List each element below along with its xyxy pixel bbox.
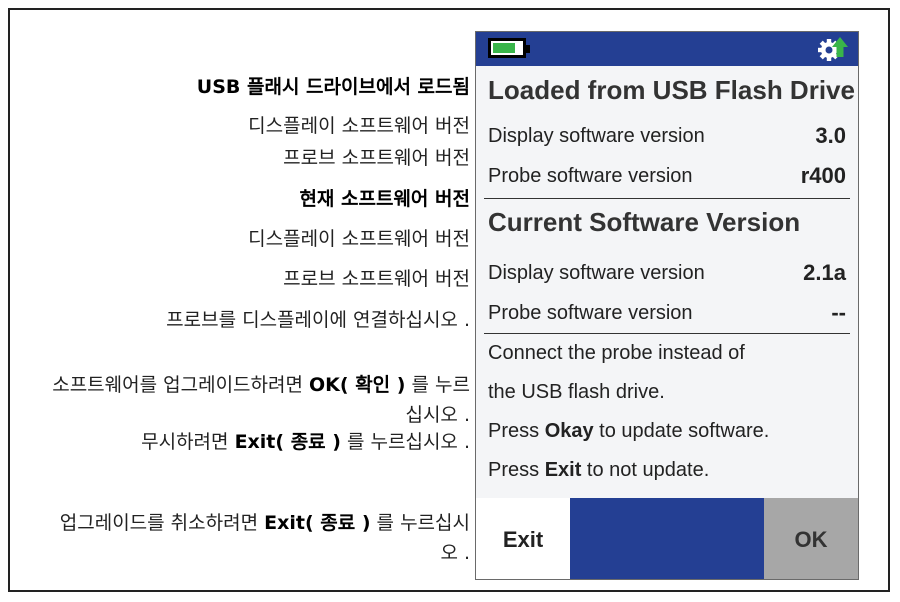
msg-press-okay-bold: Okay bbox=[544, 420, 594, 442]
ko-ignore-pre: 무시하려면 bbox=[141, 431, 235, 453]
ko-probe-sw-version-1: 프로브 소프트웨어 버전 bbox=[283, 147, 470, 169]
loaded-probe-row: Probe software version r400 bbox=[488, 156, 846, 196]
ko-upgrade-pre: 소프트웨어를 업그레이드하려면 bbox=[52, 374, 310, 396]
loaded-header: Loaded from USB Flash Drive bbox=[488, 74, 855, 105]
msg-press-okay-pre: Press bbox=[488, 420, 545, 442]
device-screen: Loaded from USB Flash Drive Display soft… bbox=[475, 31, 859, 580]
button-bar: Exit OK bbox=[476, 498, 858, 579]
content-area: Loaded from USB Flash Drive Display soft… bbox=[476, 66, 858, 498]
ko-current-sw-version: 현재 소프트웨어 버전 bbox=[299, 188, 470, 210]
ko-cancel-bold: Exit( 종료 ) bbox=[264, 512, 371, 534]
ko-cancel-instruction: 업그레이드를 취소하려면 Exit( 종료 ) 를 누르십시오 . bbox=[50, 508, 470, 568]
loaded-probe-value: r400 bbox=[800, 163, 846, 188]
current-display-value: 2.1a bbox=[803, 260, 846, 285]
msg-press-exit-pre: Press bbox=[488, 459, 545, 481]
ko-upgrade-instruction: 소프트웨어를 업그레이드하려면 OK( 확인 ) 를 누르십시오 . bbox=[50, 370, 470, 430]
current-header: Current Software Version bbox=[488, 206, 801, 237]
current-probe-row: Probe software version -- bbox=[488, 293, 846, 333]
ko-ignore-instruction: 무시하려면 Exit( 종료 ) 를 누르십시오 . bbox=[141, 427, 470, 457]
ko-upgrade-post: 를 누르십시오 . bbox=[405, 374, 470, 426]
ko-loaded-from-usb: USB 플래시 드라이브에서 로드됨 bbox=[196, 76, 470, 98]
loaded-probe-label: Probe software version bbox=[488, 164, 693, 187]
current-display-row: Display software version 2.1a bbox=[488, 253, 846, 293]
ko-probe-sw-version-2: 프로브 소프트웨어 버전 bbox=[283, 268, 470, 290]
ko-cancel-pre: 업그레이드를 취소하려면 bbox=[59, 512, 265, 534]
msg-press-okay: Press Okay to update software. bbox=[488, 420, 769, 443]
ok-button[interactable]: OK bbox=[764, 498, 858, 579]
msg-connect-1: Connect the probe instead of bbox=[488, 342, 745, 364]
ko-ignore-post: 를 누르십시오 . bbox=[340, 431, 470, 453]
msg-press-okay-post: to update software. bbox=[593, 420, 770, 442]
msg-connect-2: the USB flash drive. bbox=[488, 381, 665, 403]
current-probe-label: Probe software version bbox=[488, 301, 693, 324]
ko-connect-probe: 프로브를 디스플레이에 연결하십시오 . bbox=[166, 309, 470, 331]
current-display-label: Display software version bbox=[488, 261, 705, 284]
ko-display-sw-version-2: 디스플레이 소프트웨어 버전 bbox=[248, 228, 470, 250]
msg-press-exit: Press Exit to not update. bbox=[488, 459, 709, 482]
battery-icon bbox=[488, 38, 530, 58]
settings-update-icon bbox=[818, 37, 848, 61]
current-probe-value: -- bbox=[831, 300, 846, 325]
msg-press-exit-bold: Exit bbox=[544, 459, 582, 481]
msg-press-exit-post: to not update. bbox=[581, 459, 710, 481]
ko-cancel-post: 를 누르십시오 . bbox=[370, 512, 470, 564]
exit-button[interactable]: Exit bbox=[476, 498, 571, 579]
divider-2 bbox=[484, 333, 850, 334]
ko-ignore-bold: Exit( 종료 ) bbox=[234, 431, 341, 453]
loaded-display-row: Display software version 3.0 bbox=[488, 116, 846, 156]
ko-display-sw-version-1: 디스플레이 소프트웨어 버전 bbox=[248, 115, 470, 137]
divider-1 bbox=[484, 198, 850, 199]
ko-upgrade-bold: OK( 확인 ) bbox=[309, 374, 406, 396]
loaded-display-label: Display software version bbox=[488, 124, 705, 147]
status-bar bbox=[476, 32, 858, 66]
loaded-display-value: 3.0 bbox=[815, 123, 846, 148]
